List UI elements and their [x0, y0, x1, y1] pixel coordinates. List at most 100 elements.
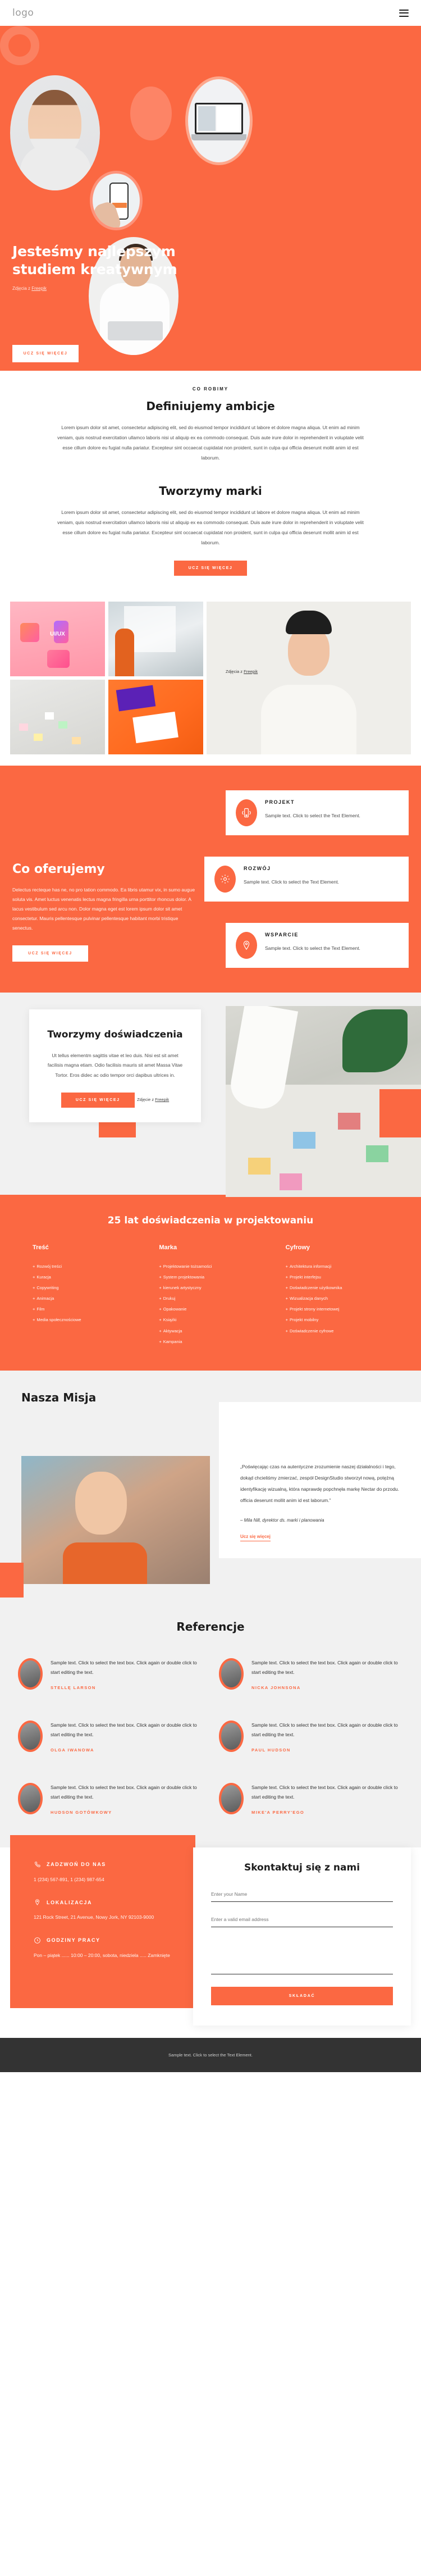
testimonial-text: Sample text. Click to select the text bo…: [251, 1659, 398, 1675]
testimonial-item[interactable]: Sample text. Click to select the text bo…: [18, 1658, 202, 1690]
years-list-item[interactable]: + Projekt mobilny: [286, 1314, 404, 1325]
experiences-cta-button[interactable]: UCZ SIĘ WIĘCEJ: [61, 1093, 135, 1108]
testimonials-section: Referencje Sample text. Click to select …: [0, 1606, 421, 1847]
testimonials-grid: Sample text. Click to select the text bo…: [18, 1658, 403, 1815]
what-we-do-cta-button[interactable]: UCZ SIĘ WIĘCEJ: [173, 560, 248, 576]
years-column-cyfrowy: Cyfrowy + Architektura informacji + Projek…: [286, 1244, 404, 1347]
avatar: [219, 1658, 244, 1690]
contact-location-row: LOKALIZACJA 121 Rock Street, 21 Avenue, …: [34, 1899, 172, 1922]
years-section: 25 lat doświadczenia w projektowaniu Tre…: [0, 1194, 421, 1371]
years-list-item[interactable]: + Projekt strony internetowej: [286, 1304, 404, 1314]
map-pin-icon: [236, 931, 257, 959]
email-field[interactable]: [211, 1914, 393, 1927]
years-list-item[interactable]: + Kampania: [159, 1336, 277, 1347]
hero-section: Jesteśmy najlepszym studiem kreatywnym Z…: [0, 26, 421, 371]
years-list-item[interactable]: + Copywriting: [33, 1282, 151, 1293]
hero-credit-link[interactable]: Freepik: [31, 286, 47, 291]
years-list-item[interactable]: + Kuracja: [33, 1272, 151, 1282]
years-list-item[interactable]: + Architektura informacji: [286, 1261, 404, 1272]
years-list-item[interactable]: + Projektowanie tożsamości: [159, 1261, 277, 1272]
section-eyebrow: CO ROBIMY: [192, 386, 229, 392]
gallery-image-whiteboard[interactable]: [108, 601, 203, 676]
testimonial-item[interactable]: Sample text. Click to select the text bo…: [219, 1658, 403, 1690]
gallery-credit-prefix: Zdjęcia z: [226, 668, 244, 674]
experiences-credit-link[interactable]: Freepik: [155, 1097, 169, 1102]
gallery-image-portrait[interactable]: Zdjęcia z Freepik: [207, 601, 411, 754]
avatar: [18, 1720, 43, 1752]
contact-form-title: Skontaktuj się z nami: [244, 1862, 360, 1873]
years-list-item[interactable]: + System projektowania: [159, 1272, 277, 1282]
contact-info-panel: ZADZWOŃ DO NAS 1 (234) 567-891, 1 (234) …: [10, 1835, 195, 2009]
logo[interactable]: logo: [12, 7, 34, 19]
what-we-do-section: CO ROBIMY Definiujemy ambicje Lorem ipsu…: [0, 371, 421, 598]
testimonial-text: Sample text. Click to select the text bo…: [51, 1722, 197, 1737]
mission-link[interactable]: Ucz się więcej: [240, 1534, 271, 1541]
years-column-marka: Marka + Projektowanie tożsamości + System …: [159, 1244, 277, 1347]
gallery-section: Zdjęcia z Freepik: [0, 598, 421, 766]
submit-button[interactable]: SKŁADAĆ: [211, 1986, 393, 2005]
years-list-item[interactable]: + Doświadczenie cyfrowe: [286, 1326, 404, 1336]
testimonial-item[interactable]: Sample text. Click to select the text bo…: [219, 1782, 403, 1815]
years-column-heading: Cyfrowy: [285, 1244, 310, 1251]
contact-phone-row: ZADZWOŃ DO NAS 1 (234) 567-891, 1 (234) …: [34, 1861, 172, 1885]
gallery-credit: Zdjęcia z Freepik: [226, 669, 258, 674]
testimonial-text: Sample text. Click to select the text bo…: [251, 1722, 398, 1737]
experiences-accent-right: [379, 1089, 421, 1137]
what-we-do-text-2: Lorem ipsum dolor sit amet, consectetur …: [57, 509, 364, 545]
hero-photo-woman: [10, 75, 100, 190]
testimonial-item[interactable]: Sample text. Click to select the text bo…: [18, 1782, 202, 1815]
avatar: [18, 1782, 43, 1814]
years-title: 25 lat doświadczenia w projektowaniu: [107, 1214, 314, 1226]
years-column-tresc: Treść + Rozwój treści + Kuracja + Copywriti…: [33, 1244, 151, 1347]
what-we-do-title-1: Definiujemy ambicje: [146, 399, 275, 413]
years-list-item[interactable]: + Film: [33, 1304, 151, 1314]
testimonial-name: OLGA IWANOWA: [51, 1747, 94, 1753]
gear-icon: [214, 865, 236, 893]
message-field[interactable]: [211, 1939, 393, 1974]
gallery-image-uiux[interactable]: [10, 601, 105, 676]
testimonial-name: PAUL HUDSON: [251, 1747, 291, 1753]
experiences-text: Ut tellus elementm sagittis vitae et leo…: [47, 1052, 183, 1078]
testimonial-item[interactable]: Sample text. Click to select the text bo…: [219, 1720, 403, 1753]
contact-form: Skontaktuj się z nami SKŁADAĆ: [193, 1847, 411, 2026]
hero-decor-ring: [0, 26, 39, 65]
gallery-image-branding[interactable]: [108, 679, 203, 754]
testimonial-item[interactable]: Sample text. Click to select the text bo…: [18, 1720, 202, 1753]
years-list-item[interactable]: + Animacja: [33, 1293, 151, 1304]
hero-cta-button[interactable]: UCZ SIĘ WIĘCEJ: [12, 345, 79, 362]
testimonial-name: HUDSON GOTÓWKOWY: [51, 1809, 112, 1815]
experiences-credit-prefix: Zdjęcie z: [137, 1097, 155, 1103]
years-list-item[interactable]: + Projekt interfejsu: [286, 1272, 404, 1282]
offer-card-title: ROZWÓJ: [244, 865, 271, 871]
experiences-credit: Zdjęcie z Freepik: [137, 1097, 169, 1102]
gallery-image-workshop[interactable]: [10, 679, 105, 754]
years-list-item[interactable]: + Wizualizacja danych: [286, 1293, 404, 1304]
site-footer: Sample text. Click to select the Text El…: [0, 2037, 421, 2072]
mobile-signal-icon: [236, 799, 257, 826]
site-header: logo: [0, 0, 421, 26]
offer-card-projekt[interactable]: PROJEKT Sample text. Click to select the…: [226, 790, 409, 835]
years-list-item[interactable]: + kierunek artystyczny: [159, 1282, 277, 1293]
hamburger-menu-icon[interactable]: [399, 9, 409, 17]
name-field[interactable]: [211, 1888, 393, 1902]
testimonial-text: Sample text. Click to select the text bo…: [51, 1659, 197, 1675]
years-list-item[interactable]: + Opakowanie: [159, 1304, 277, 1314]
contact-phone-value[interactable]: 1 (234) 567-891, 1 (234) 987-654: [34, 1875, 172, 1885]
years-list-item[interactable]: + Książki: [159, 1314, 277, 1325]
gallery-credit-link[interactable]: Freepik: [244, 669, 258, 674]
offer-section: Co oferujemy Delectus recteque has ne, n…: [0, 765, 421, 993]
testimonial-name: MIKE'A PERRY'EGO: [251, 1809, 305, 1815]
offer-cta-button[interactable]: UCZ SIĘ WIĘCEJ: [12, 945, 88, 962]
contact-hours-value: Pon – piątek ...... 10:00 – 20:00, sobot…: [34, 1952, 170, 1958]
years-list-item[interactable]: + Media społecznościowe: [33, 1314, 151, 1325]
years-list-item[interactable]: + Aktywacja: [159, 1326, 277, 1336]
mission-quote: „Poświęcając czas na autentyczne zrozumi…: [240, 1463, 400, 1503]
offer-card-rozwoj[interactable]: ROZWÓJ Sample text. Click to select the …: [204, 856, 409, 902]
contact-location-value: 121 Rock Street, 21 Avenue, Nowy Jork, N…: [34, 1914, 154, 1920]
offer-card-wsparcie[interactable]: WSPARCIE Sample text. Click to select th…: [226, 922, 409, 968]
offer-card-title: PROJEKT: [265, 799, 295, 805]
years-list-item[interactable]: + Rozwój treści: [33, 1261, 151, 1272]
years-list: + Projektowanie tożsamości + System projek…: [159, 1261, 277, 1347]
years-list-item[interactable]: + Drukuj: [159, 1293, 277, 1304]
years-list-item[interactable]: + Doświadczenie użytkownika: [286, 1282, 404, 1293]
